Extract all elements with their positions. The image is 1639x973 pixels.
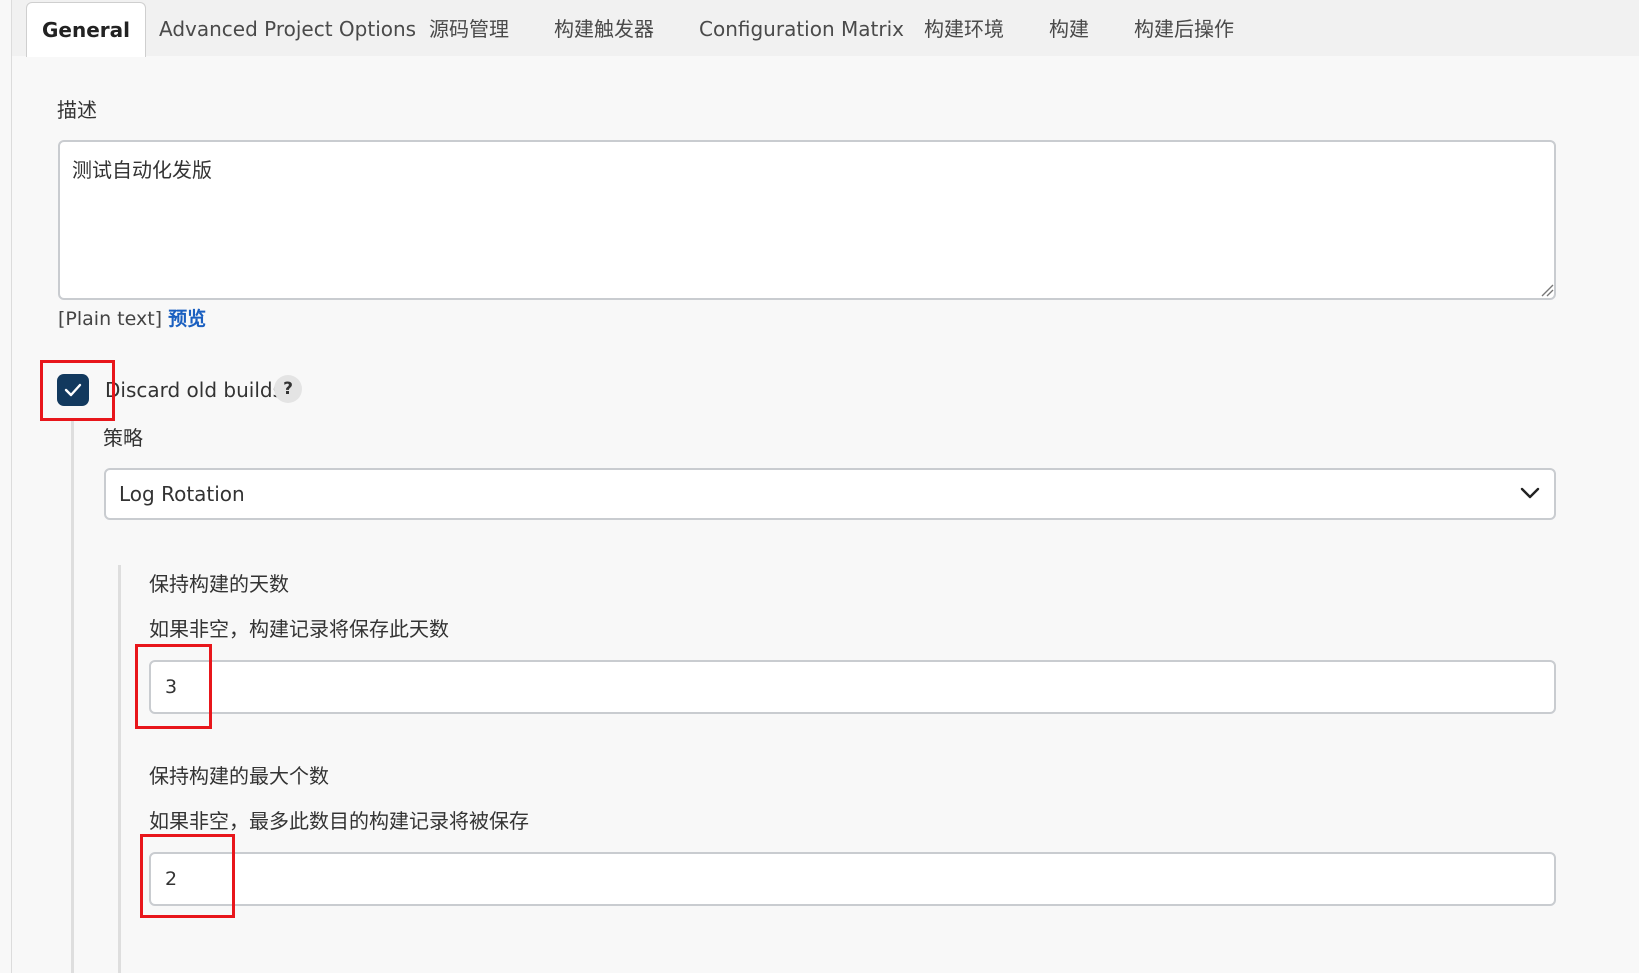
chevron-down-icon bbox=[1520, 487, 1540, 499]
discard-old-builds-label[interactable]: Discard old builds bbox=[105, 378, 283, 402]
max-builds-label: 保持构建的最大个数 bbox=[149, 764, 329, 788]
checkmark-icon bbox=[64, 383, 82, 397]
description-format-line: [Plain text] 预览 bbox=[58, 304, 206, 331]
tab-build-triggers[interactable]: 构建触发器 bbox=[554, 0, 654, 56]
tab-configuration-matrix[interactable]: Configuration Matrix bbox=[699, 0, 904, 56]
description-label: 描述 bbox=[57, 98, 97, 122]
jenkins-config-page: General Advanced Project Options 源码管理 构建… bbox=[0, 0, 1639, 973]
tab-source-code-management[interactable]: 源码管理 bbox=[429, 0, 509, 56]
days-to-keep-input[interactable] bbox=[149, 660, 1556, 714]
strategy-label: 策略 bbox=[103, 426, 143, 450]
left-border bbox=[11, 0, 12, 973]
max-builds-help: 如果非空，最多此数目的构建记录将被保存 bbox=[149, 809, 529, 833]
tab-general[interactable]: General bbox=[26, 2, 146, 57]
discard-section-border bbox=[71, 420, 74, 973]
tab-advanced-project-options[interactable]: Advanced Project Options bbox=[159, 0, 416, 56]
strategy-selected-value: Log Rotation bbox=[119, 482, 245, 506]
max-builds-input[interactable] bbox=[149, 852, 1556, 906]
log-rotation-section-border bbox=[118, 565, 121, 973]
tab-build[interactable]: 构建 bbox=[1049, 0, 1089, 56]
days-to-keep-help: 如果非空，构建记录将保存此天数 bbox=[149, 617, 449, 641]
help-icon[interactable]: ? bbox=[274, 375, 302, 403]
days-to-keep-label: 保持构建的天数 bbox=[149, 572, 289, 596]
plain-text-label: [Plain text] bbox=[58, 308, 163, 330]
preview-link[interactable]: 预览 bbox=[168, 308, 206, 330]
config-tab-bar: General Advanced Project Options 源码管理 构建… bbox=[12, 0, 1639, 57]
description-textarea[interactable]: 测试自动化发版 bbox=[58, 140, 1556, 300]
discard-old-builds-checkbox[interactable] bbox=[57, 374, 89, 406]
tab-build-environment[interactable]: 构建环境 bbox=[924, 0, 1004, 56]
tab-post-build-actions[interactable]: 构建后操作 bbox=[1134, 0, 1234, 56]
resize-handle-icon[interactable] bbox=[1540, 283, 1554, 297]
strategy-select[interactable]: Log Rotation bbox=[104, 468, 1556, 520]
